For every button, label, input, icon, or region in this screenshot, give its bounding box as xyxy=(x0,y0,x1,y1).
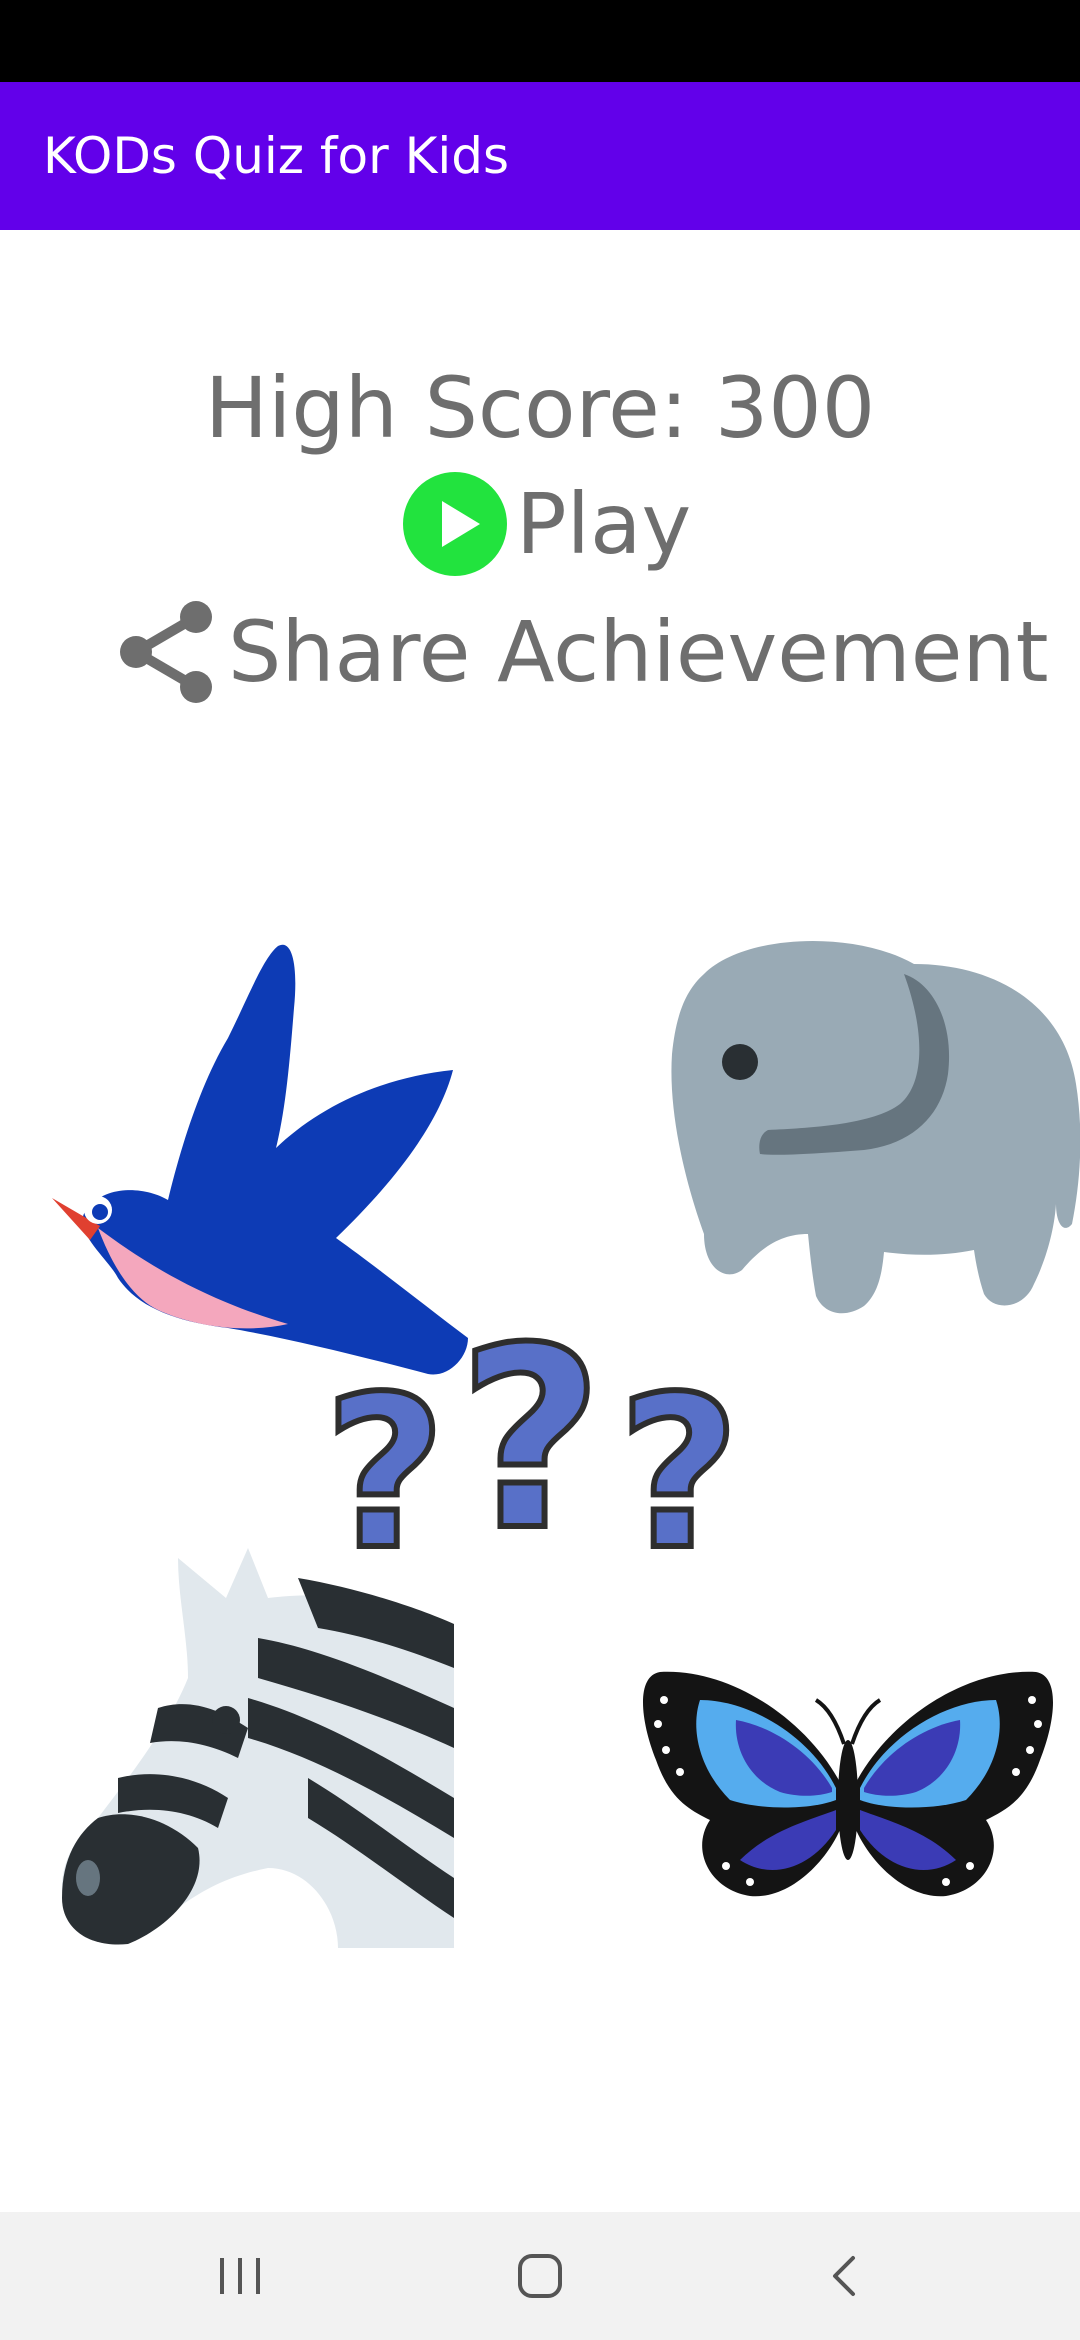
play-button[interactable]: Play xyxy=(402,468,691,580)
home-button[interactable] xyxy=(440,2212,640,2340)
elephant-illustration xyxy=(671,941,1080,1314)
recents-icon xyxy=(220,2258,260,2294)
app-title: KODs Quiz for Kids xyxy=(43,127,510,185)
navigation-bar xyxy=(0,2212,1080,2340)
high-score-text: High Score: 300 xyxy=(204,359,876,457)
svg-text:?: ? xyxy=(458,1336,603,1585)
back-button[interactable] xyxy=(744,2212,944,2340)
recents-button[interactable] xyxy=(140,2212,340,2340)
back-icon xyxy=(833,2256,855,2296)
share-label: Share Achievement xyxy=(228,603,1049,701)
play-label: Play xyxy=(516,475,692,573)
app-bar: KODs Quiz for Kids xyxy=(0,82,1080,230)
zebra-illustration xyxy=(61,1548,454,1948)
share-achievement-button[interactable]: Share Achievement xyxy=(116,594,1049,710)
status-bar xyxy=(0,0,1080,82)
screen: KODs Quiz for Kids High Score: 300 Play … xyxy=(0,0,1080,2340)
home-icon xyxy=(518,2254,562,2298)
bird-illustration xyxy=(52,944,468,1375)
share-icon xyxy=(120,601,212,703)
svg-text:?: ? xyxy=(618,1351,740,1596)
butterfly-illustration xyxy=(643,1671,1053,1897)
play-circle-icon xyxy=(403,472,507,576)
